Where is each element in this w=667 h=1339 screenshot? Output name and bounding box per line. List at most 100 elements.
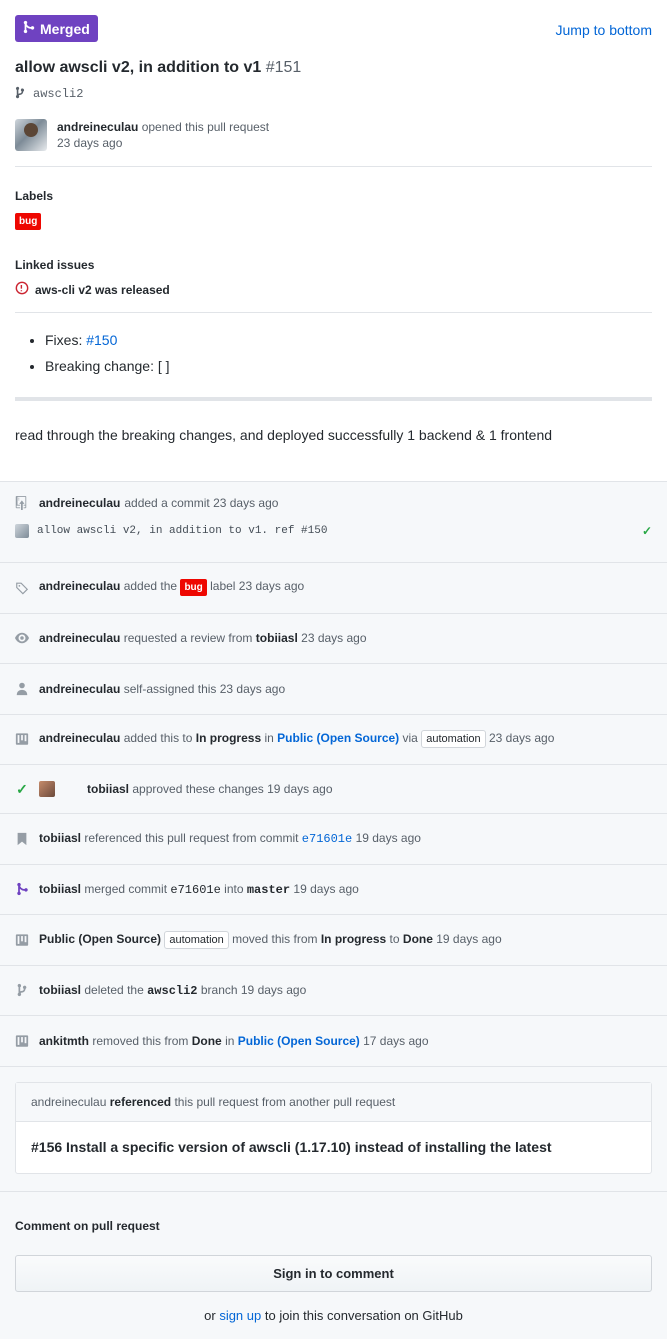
event-time: 19 days ago bbox=[436, 931, 502, 946]
event-user[interactable]: tobiiasl bbox=[39, 882, 81, 896]
git-branch-icon bbox=[15, 86, 25, 102]
comment-section: Comment on pull request Sign in to comme… bbox=[0, 1192, 667, 1339]
timeline-merge-event: tobiiasl merged commit e71601e into mast… bbox=[0, 865, 667, 915]
event-text: added this to bbox=[123, 731, 193, 746]
cross-reference-event: andreineculau referenced this pull reque… bbox=[0, 1067, 667, 1192]
sign-in-to-comment-button[interactable]: Sign in to comment bbox=[15, 1254, 652, 1292]
author-name[interactable]: andreineculau bbox=[57, 120, 138, 134]
event-text: removed this from bbox=[92, 1033, 189, 1048]
issue-link[interactable]: #150 bbox=[86, 332, 117, 348]
linked-issue[interactable]: aws-cli v2 was released bbox=[15, 281, 652, 313]
jump-to-bottom-link[interactable]: Jump to bottom bbox=[556, 22, 653, 38]
timeline-move-event: Public (Open Source) automation moved th… bbox=[0, 915, 667, 966]
automation-pill: automation bbox=[164, 930, 229, 949]
branch-name: master bbox=[246, 882, 291, 897]
avatar[interactable] bbox=[15, 524, 29, 538]
timeline: andreineculau added a commit 23 days ago… bbox=[0, 481, 667, 1339]
project-link[interactable]: Public (Open Source) bbox=[238, 1034, 360, 1048]
commit-message[interactable]: allow awscli v2, in addition to v1. ref … bbox=[37, 525, 327, 537]
sign-up-link[interactable]: sign up bbox=[219, 1308, 261, 1323]
event-text: in bbox=[225, 1033, 235, 1048]
avatar[interactable] bbox=[39, 781, 55, 797]
linked-issues-section: Linked issues aws-cli v2 was released bbox=[0, 258, 667, 313]
event-user[interactable]: andreineculau bbox=[39, 631, 120, 645]
from-column: In progress bbox=[320, 931, 387, 946]
fixes-label: Fixes: bbox=[45, 332, 83, 348]
reference-card-header: andreineculau referenced this pull reque… bbox=[16, 1082, 651, 1122]
event-user[interactable]: andreineculau bbox=[39, 579, 120, 593]
event-user[interactable]: andreineculau bbox=[39, 496, 120, 510]
event-user[interactable]: tobiiasl bbox=[87, 782, 129, 796]
event-action: referenced bbox=[109, 1094, 172, 1109]
to-column: Done bbox=[402, 931, 433, 946]
branch-name[interactable]: awscli2 bbox=[33, 87, 83, 101]
event-text: referenced this pull request from commit bbox=[84, 831, 299, 846]
eye-icon bbox=[15, 632, 29, 644]
event-text: requested a review from bbox=[123, 631, 253, 646]
bug-label[interactable]: bug bbox=[180, 579, 207, 597]
event-user[interactable]: ankitmth bbox=[39, 1034, 89, 1048]
branch-name: awscli2 bbox=[147, 983, 198, 998]
reference-card: andreineculau referenced this pull reque… bbox=[15, 1081, 652, 1174]
tag-icon bbox=[15, 581, 29, 595]
event-time: label 23 days ago bbox=[210, 579, 305, 594]
event-time: 23 days ago bbox=[488, 731, 555, 746]
commit-sha-link[interactable]: e71601e bbox=[302, 832, 352, 846]
project-column: Done bbox=[191, 1033, 222, 1048]
event-user[interactable]: andreineculau bbox=[39, 731, 120, 745]
project-link[interactable]: Public (Open Source) bbox=[277, 731, 399, 745]
bug-label[interactable]: bug bbox=[15, 213, 42, 230]
merge-icon bbox=[23, 20, 35, 37]
pr-title-text: allow awscli v2, in addition to v1 bbox=[15, 59, 262, 76]
check-icon[interactable]: ✓ bbox=[642, 524, 652, 538]
timeline-reference-event: tobiiasl referenced this pull request fr… bbox=[0, 814, 667, 865]
project-icon bbox=[15, 732, 29, 746]
commit-sha[interactable]: e71601e bbox=[170, 883, 220, 897]
event-actor[interactable]: Public (Open Source) bbox=[39, 932, 161, 946]
comment-title: Comment on pull request bbox=[15, 1218, 160, 1233]
bookmark-icon bbox=[15, 832, 29, 846]
event-text: moved this from bbox=[232, 931, 318, 946]
referenced-pr-title[interactable]: #156 Install a specific version of awscl… bbox=[16, 1122, 651, 1173]
pr-body-paragraph: read through the breaking changes, and d… bbox=[15, 427, 553, 443]
pr-header: Merged Jump to bottom allow awscli v2, i… bbox=[0, 0, 667, 167]
timeline-commit-event: andreineculau added a commit 23 days ago… bbox=[0, 482, 667, 563]
repo-push-icon bbox=[15, 496, 29, 510]
event-time: 17 days ago bbox=[363, 1033, 429, 1048]
project-column: In progress bbox=[195, 731, 262, 746]
event-time: branch 19 days ago bbox=[200, 982, 307, 997]
person-icon bbox=[15, 682, 29, 696]
timeline-assign-event: andreineculau self-assigned this 23 days… bbox=[0, 664, 667, 715]
event-text: into bbox=[224, 881, 244, 896]
commit-row: allow awscli v2, in addition to v1. ref … bbox=[15, 524, 652, 538]
reviewer-name[interactable]: tobiiasl bbox=[256, 631, 298, 645]
avatar[interactable] bbox=[15, 119, 47, 151]
event-time: 19 days ago bbox=[355, 831, 421, 846]
labels-title: Labels bbox=[15, 189, 54, 203]
merge-icon bbox=[15, 882, 29, 896]
event-text: via bbox=[402, 731, 418, 746]
event-text: this pull request from another pull requ… bbox=[174, 1094, 396, 1109]
merged-label: Merged bbox=[40, 20, 90, 37]
timeline-delete-branch-event: tobiiasl deleted the awscli2 branch 19 d… bbox=[0, 966, 667, 1016]
signup-post: to join this conversation on GitHub bbox=[264, 1307, 463, 1323]
project-icon bbox=[15, 933, 29, 947]
git-branch-icon bbox=[15, 983, 29, 997]
event-user[interactable]: tobiiasl bbox=[39, 983, 81, 997]
event-text: merged commit bbox=[84, 881, 168, 896]
event-text: approved these changes 19 days ago bbox=[132, 782, 333, 796]
timeline-review-request-event: andreineculau requested a review from to… bbox=[0, 614, 667, 664]
event-text: to bbox=[389, 931, 400, 946]
linked-issues-title: Linked issues bbox=[15, 258, 95, 272]
list-item: Breaking change: [ ] bbox=[45, 353, 652, 379]
event-user[interactable]: andreineculau bbox=[39, 682, 120, 696]
linked-issue-title[interactable]: aws-cli v2 was released bbox=[35, 283, 170, 297]
event-time: 19 days ago bbox=[293, 881, 359, 896]
event-user[interactable]: andreineculau bbox=[31, 1095, 106, 1109]
pr-body-list: Fixes: #150 Breaking change: [ ] bbox=[0, 313, 667, 379]
pr-title: allow awscli v2, in addition to v1 #151 bbox=[15, 59, 652, 77]
event-text: deleted the bbox=[84, 982, 144, 997]
signup-pre: or bbox=[204, 1307, 216, 1323]
pr-number: #151 bbox=[265, 59, 302, 76]
event-user[interactable]: tobiiasl bbox=[39, 831, 81, 845]
